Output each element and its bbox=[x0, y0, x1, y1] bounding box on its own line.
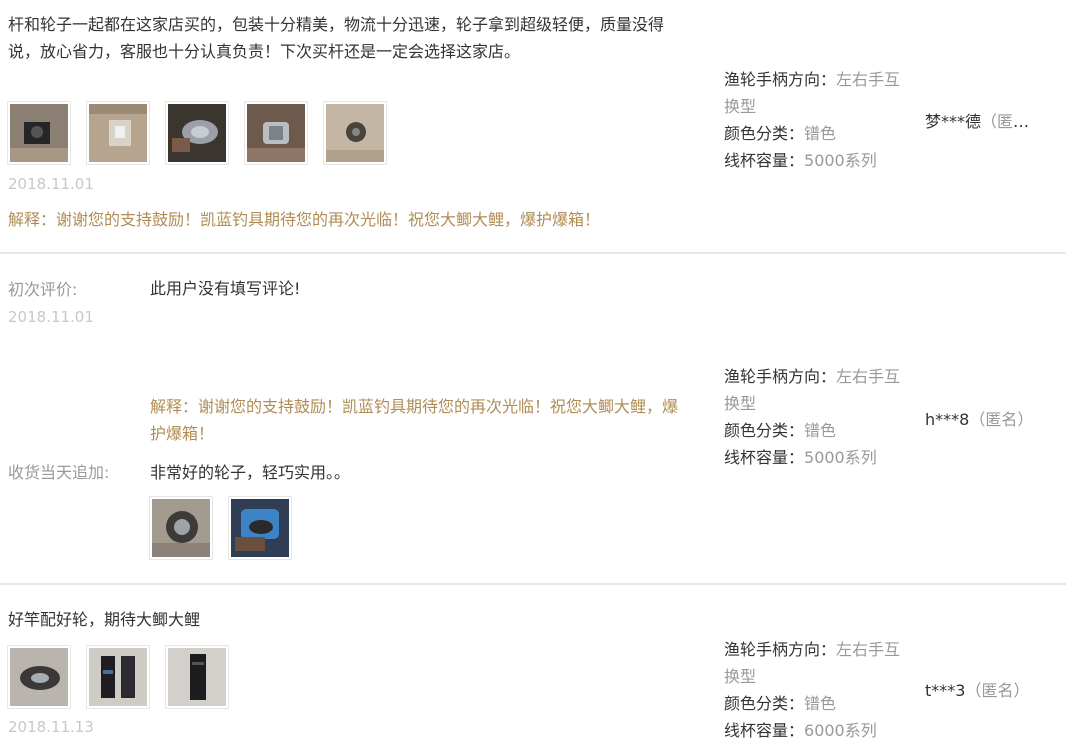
anonymous-tag: （匿名） bbox=[969, 410, 1034, 429]
initial-review-text: 此用户没有填写评论! bbox=[150, 279, 301, 298]
review-text: 好竿配好轮，期待大鲫大鲤 bbox=[8, 610, 201, 629]
review-photo-thumbnail[interactable] bbox=[7, 645, 71, 709]
append-review-photos bbox=[149, 496, 292, 560]
review-photo-thumbnail[interactable] bbox=[7, 101, 71, 165]
reviewer-name: t***3（匿名） bbox=[925, 679, 1050, 703]
anonymous-tag: （匿名） bbox=[965, 681, 1030, 700]
photo-image bbox=[247, 104, 305, 162]
review-photo-thumbnail[interactable] bbox=[165, 101, 229, 165]
review-photo-thumbnail[interactable] bbox=[86, 101, 150, 165]
sku-info: 渔轮手柄方向：左右手互换型 颜色分类：镨色 线杯容量：5000系列 bbox=[724, 363, 914, 471]
photo-image bbox=[89, 104, 147, 162]
color-value: 镨色 bbox=[804, 421, 837, 440]
review-date: 2018.11.01 bbox=[8, 175, 94, 193]
spool-value: 5000系列 bbox=[804, 448, 877, 467]
color-key: 颜色分类： bbox=[724, 124, 805, 143]
review-divider bbox=[0, 252, 1066, 254]
photo-image bbox=[168, 104, 226, 162]
photo-image bbox=[10, 104, 68, 162]
reviewer-nick: h***8 bbox=[925, 410, 970, 429]
spool-key: 线杯容量： bbox=[724, 448, 805, 467]
review-photos bbox=[7, 645, 229, 709]
initial-review-label: 初次评价: bbox=[8, 280, 78, 299]
photo-image bbox=[231, 499, 289, 557]
handle-direction-key: 渔轮手柄方向： bbox=[724, 640, 837, 659]
seller-reply: 解释：谢谢您的支持鼓励！凯蓝钓具期待您的再次光临！祝您大鲫大鲤，爆护爆箱！ bbox=[150, 397, 679, 443]
sku-info: 渔轮手柄方向：左右手互换型 颜色分类：镨色 线杯容量：5000系列 bbox=[724, 66, 914, 174]
spool-value: 6000系列 bbox=[804, 721, 877, 740]
color-key: 颜色分类： bbox=[724, 694, 805, 713]
seller-reply: 解释：谢谢您的支持鼓励！凯蓝钓具期待您的再次光临！祝您大鲫大鲤，爆护爆箱！ bbox=[8, 210, 601, 229]
photo-image bbox=[10, 648, 68, 706]
color-value: 镨色 bbox=[804, 694, 837, 713]
sku-info: 渔轮手柄方向：左右手互换型 颜色分类：镨色 线杯容量：6000系列 bbox=[724, 636, 914, 744]
reviewer-nick: 梦***德 bbox=[925, 112, 982, 131]
initial-review-date: 2018.11.01 bbox=[8, 308, 94, 326]
photo-image bbox=[326, 104, 384, 162]
review-photos bbox=[7, 101, 387, 165]
reviewer-name: h***8（匿名） bbox=[925, 408, 1050, 432]
review-photo-thumbnail[interactable] bbox=[244, 101, 308, 165]
review-date: 2018.11.13 bbox=[8, 718, 94, 736]
reviewer-name: 梦***德（匿名） bbox=[925, 110, 1045, 134]
color-key: 颜色分类： bbox=[724, 421, 805, 440]
review-photo-thumbnail[interactable] bbox=[165, 645, 229, 709]
review-photo-thumbnail[interactable] bbox=[86, 645, 150, 709]
append-review-text: 非常好的轮子，轻巧实用。。 bbox=[150, 463, 351, 482]
photo-image bbox=[168, 648, 226, 706]
review-photo-thumbnail[interactable] bbox=[323, 101, 387, 165]
review-text: 杆和轮子一起都在这家店买的，包装十分精美，物流十分迅速，轮子拿到超级轻便，质量没… bbox=[8, 15, 665, 61]
photo-image bbox=[89, 648, 147, 706]
review-divider bbox=[0, 583, 1066, 585]
reviewer-nick: t***3 bbox=[925, 681, 966, 700]
review-photo-thumbnail[interactable] bbox=[228, 496, 292, 560]
spool-key: 线杯容量： bbox=[724, 721, 805, 740]
color-value: 镨色 bbox=[804, 124, 837, 143]
review-photo-thumbnail[interactable] bbox=[149, 496, 213, 560]
anonymous-tag: （匿名） bbox=[981, 112, 1045, 131]
photo-image bbox=[152, 499, 210, 557]
append-review-label: 收货当天追加: bbox=[8, 463, 110, 482]
spool-key: 线杯容量： bbox=[724, 151, 805, 170]
handle-direction-key: 渔轮手柄方向： bbox=[724, 367, 837, 386]
spool-value: 5000系列 bbox=[804, 151, 877, 170]
handle-direction-key: 渔轮手柄方向： bbox=[724, 70, 837, 89]
